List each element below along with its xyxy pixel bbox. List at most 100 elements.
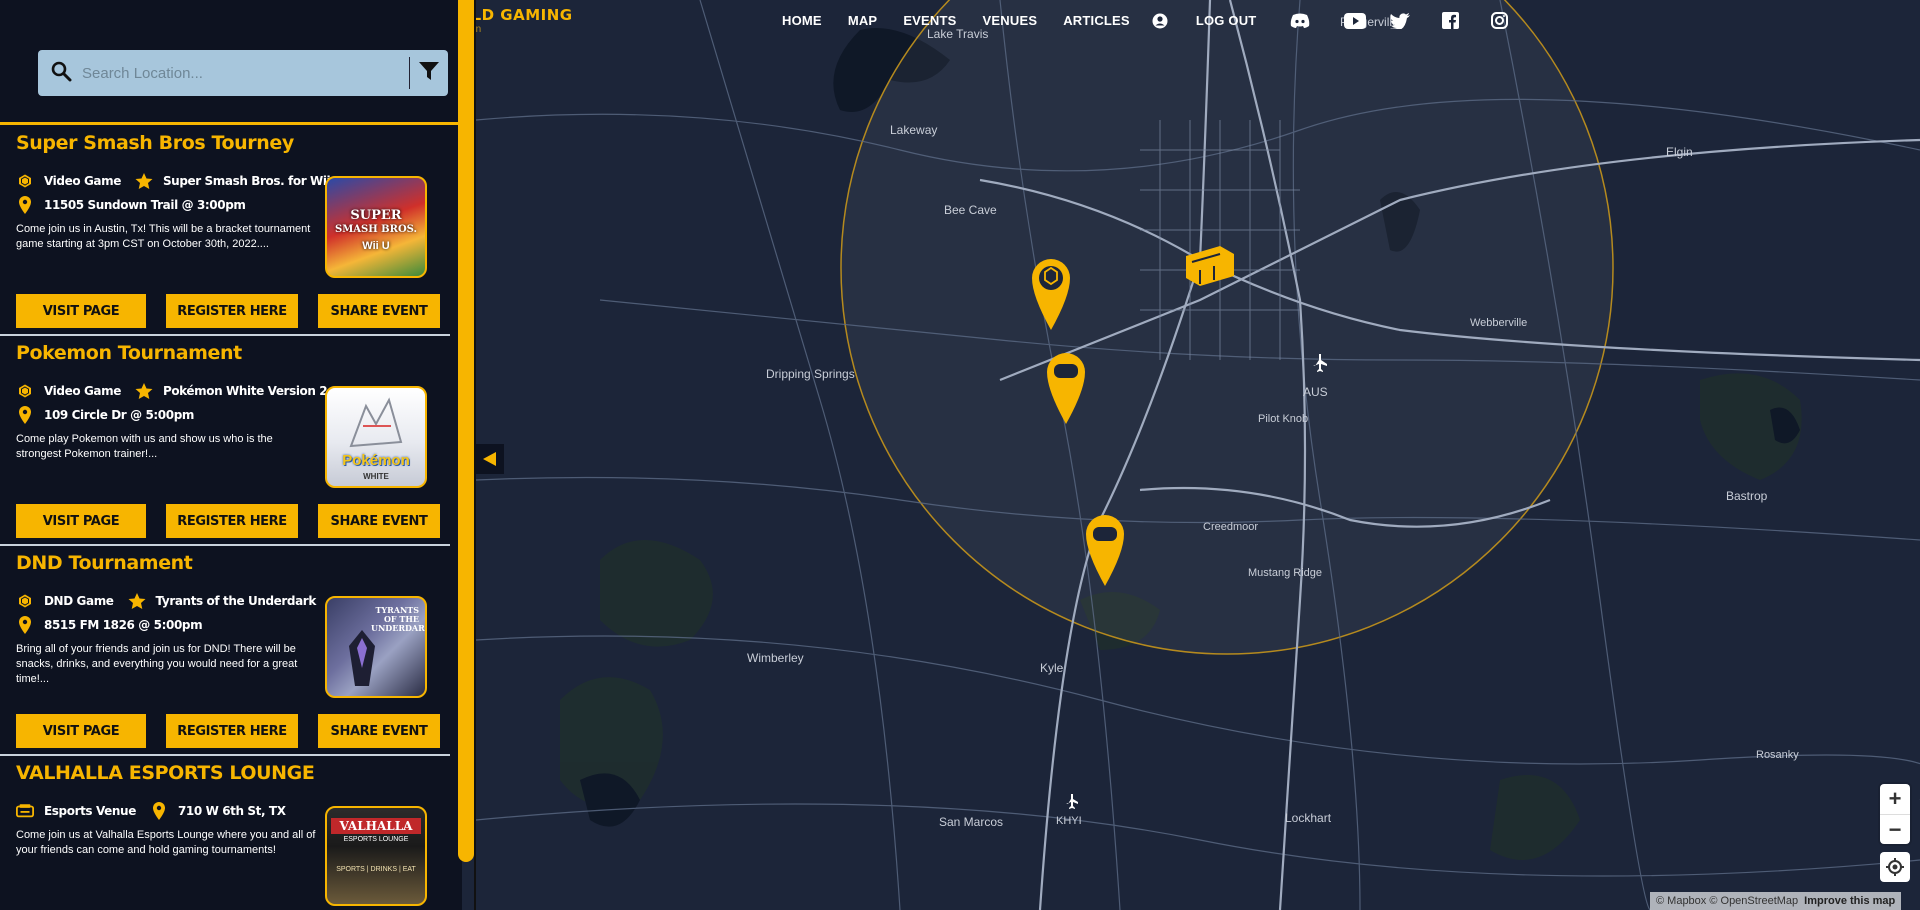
map-pin-icon [16, 616, 34, 634]
register-button[interactable]: REGISTER HERE [166, 504, 298, 538]
map-label: AUS [1303, 385, 1328, 399]
nav-events[interactable]: EVENTS [903, 13, 956, 28]
search-icon[interactable] [50, 60, 72, 87]
event-title[interactable]: Pokemon Tournament [16, 342, 242, 364]
map-label: Bastrop [1726, 489, 1768, 503]
venue-meta-row: Esports Venue 710 W 6th St, TX [16, 802, 286, 820]
map-label: Lockhart [1285, 811, 1332, 825]
event-type: DND Game [44, 594, 114, 608]
zoom-out-button[interactable]: − [1880, 815, 1910, 845]
venue-type: Esports Venue [44, 804, 136, 818]
dice-icon [16, 382, 34, 400]
map-pin-icon [16, 406, 34, 424]
top-nav: HOME MAP EVENTS VENUES ARTICLES LOG OUT [782, 12, 1509, 29]
nav-map[interactable]: MAP [848, 13, 878, 28]
map-label: Lake Travis [927, 27, 988, 41]
zoom-in-button[interactable]: + [1880, 784, 1910, 814]
event-description: Come join us in Austin, Tx! This will be… [16, 223, 311, 250]
event-title[interactable]: Super Smash Bros Tourney [16, 132, 294, 154]
venue-description: Come join us at Valhalla Esports Lounge … [16, 829, 316, 856]
event-description: Come play Pokemon with us and show us wh… [16, 433, 273, 460]
nav-logout[interactable]: LOG OUT [1196, 13, 1257, 28]
map-attribution: © Mapbox © OpenStreetMap Improve this ma… [1650, 892, 1902, 910]
nav-articles[interactable]: ARTICLES [1063, 13, 1130, 28]
improve-map-link[interactable]: Improve this map [1804, 895, 1895, 907]
event-meta-row: Video Game Pokémon White Version 2 [16, 382, 328, 400]
share-event-button[interactable]: SHARE EVENT [318, 294, 440, 328]
thumb-text: Pokémon [342, 452, 410, 469]
event-description: Bring all of your friends and join us fo… [16, 643, 298, 685]
map-label: Dripping Springs [766, 367, 855, 381]
event-location: 109 Circle Dr @ 5:00pm [44, 408, 194, 422]
sidebar-scrollbar[interactable] [458, 0, 474, 862]
venue-thumbnail[interactable]: VALHALLA ESPORTS LOUNGE SPORTS | DRINKS … [325, 806, 427, 906]
thumb-text: VALHALLA [331, 818, 421, 834]
nav-venues[interactable]: VENUES [983, 13, 1038, 28]
thumb-text: WHITE [363, 472, 389, 481]
venue-card-valhalla: VALHALLA ESPORTS LOUNGE Esports Venue 71… [0, 756, 450, 910]
thumb-text: SUPER [350, 208, 402, 223]
youtube-icon[interactable] [1344, 12, 1367, 29]
thumb-text: SPORTS | DRINKS | EAT [336, 866, 416, 873]
star-badge-icon [128, 592, 146, 610]
event-game: Super Smash Bros. for Wii U [162, 174, 344, 188]
visit-page-button[interactable]: VISIT PAGE [16, 504, 146, 538]
event-location-row: 8515 FM 1826 @ 5:00pm [16, 616, 203, 634]
sidebar-top-rule [0, 122, 462, 125]
zoom-controls: + − [1880, 784, 1910, 844]
attribution-text[interactable]: © Mapbox © OpenStreetMap [1656, 895, 1798, 907]
thumb-text: SMASH BROS. [334, 224, 418, 235]
event-thumbnail[interactable]: SUPER SMASH BROS. Wii U [325, 176, 427, 278]
event-title[interactable]: DND Tournament [16, 552, 193, 574]
share-event-button[interactable]: SHARE EVENT [318, 504, 440, 538]
map-label: Mustang Ridge [1248, 567, 1322, 579]
discord-icon[interactable] [1290, 13, 1310, 29]
collapse-sidebar-button[interactable] [476, 444, 504, 474]
star-badge-icon [135, 172, 153, 190]
map-label: KHYI [1056, 815, 1082, 827]
map-pin-icon [16, 196, 34, 214]
visit-page-button[interactable]: VISIT PAGE [16, 714, 146, 748]
map-label: Elgin [1666, 145, 1693, 159]
event-type: Video Game [44, 174, 121, 188]
map-label: Creedmoor [1203, 521, 1258, 533]
map-label: San Marcos [939, 815, 1003, 829]
event-meta-row: Video Game Super Smash Bros. for Wii U [16, 172, 344, 190]
event-game: Pokémon White Version 2 [162, 384, 328, 398]
map-label: Kyle [1040, 661, 1064, 675]
search-bar [38, 50, 448, 96]
triangle-left-icon [483, 452, 496, 466]
venue-icon [16, 802, 34, 820]
map-label: Wimberley [747, 651, 804, 665]
map-label: Pilot Knob [1258, 413, 1308, 425]
instagram-icon[interactable] [1491, 12, 1509, 29]
facebook-icon[interactable] [1442, 12, 1460, 29]
register-button[interactable]: REGISTER HERE [166, 294, 298, 328]
search-input[interactable] [80, 63, 409, 83]
star-badge-icon [135, 382, 153, 400]
venue-title[interactable]: VALHALLA ESPORTS LOUNGE [16, 762, 315, 784]
event-thumbnail[interactable]: Pokémon WHITE [325, 386, 427, 488]
event-card-dnd: DND Tournament DND Game Tyrants of the U… [0, 546, 450, 756]
event-sidebar: Super Smash Bros Tourney Video Game Supe… [0, 0, 462, 910]
nav-home[interactable]: HOME [782, 13, 822, 28]
map-pin-icon [150, 802, 168, 820]
event-thumbnail[interactable]: TYRANTS OF THE UNDERDARK [325, 596, 427, 698]
register-button[interactable]: REGISTER HERE [166, 714, 298, 748]
map-label: Lakeway [890, 123, 937, 137]
account-icon[interactable] [1152, 13, 1168, 29]
venue-location: 710 W 6th St, TX [177, 804, 286, 818]
pokemon-art-icon [349, 397, 403, 448]
twitter-icon[interactable] [1390, 12, 1411, 29]
map-label: Bee Cave [944, 203, 997, 217]
event-location-row: 109 Circle Dr @ 5:00pm [16, 406, 194, 424]
visit-page-button[interactable]: VISIT PAGE [16, 294, 146, 328]
event-card-pokemon: Pokemon Tournament Video Game Pokémon Wh… [0, 336, 450, 546]
search-divider [409, 57, 410, 89]
share-event-button[interactable]: SHARE EVENT [318, 714, 440, 748]
thumb-text: ESPORTS LOUNGE [343, 836, 409, 843]
filter-icon[interactable] [418, 60, 440, 87]
event-location: 11505 Sundown Trail @ 3:00pm [44, 198, 246, 212]
geolocate-button[interactable] [1880, 852, 1910, 882]
thumb-text: Wii U [362, 240, 390, 252]
